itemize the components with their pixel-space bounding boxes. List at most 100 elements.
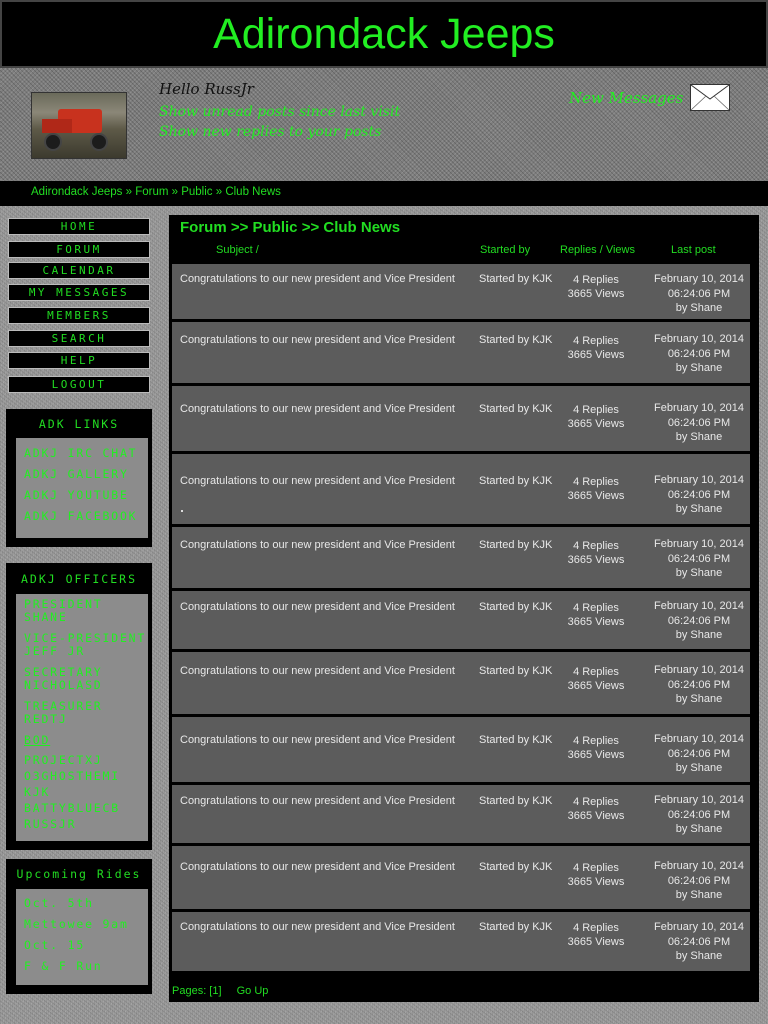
topic-subject[interactable]: Congratulations to our new president and…	[180, 601, 455, 613]
topic-replies: 4 Replies	[573, 335, 619, 347]
topic-starter: Started by KJK	[479, 334, 553, 346]
topic-subject[interactable]: Congratulations to our new president and…	[180, 334, 455, 346]
adk-links-title: ADK LINKS	[38, 417, 120, 431]
topic-views: 3665 Views	[567, 876, 625, 888]
adkj-facebook-link[interactable]: ADKJ FACEBOOK	[24, 510, 137, 523]
topic-replies: 4 Replies	[573, 862, 619, 874]
site-title: Adirondack Jeeps	[213, 10, 555, 58]
avatar[interactable]	[31, 92, 127, 159]
topic-starter: Started by KJK	[479, 539, 553, 551]
avatar-tire	[44, 133, 62, 151]
last-post-author[interactable]: by Shane	[644, 628, 754, 643]
last-post-date: February 10, 2014	[654, 733, 744, 745]
last-post-date: February 10, 2014	[654, 273, 744, 285]
last-post-author[interactable]: by Shane	[644, 502, 754, 517]
last-post-author[interactable]: by Shane	[644, 888, 754, 903]
last-post-author[interactable]: by Shane	[644, 949, 754, 964]
pages-label[interactable]: Pages: [1]	[172, 985, 222, 997]
last-post-author[interactable]: by Shane	[644, 761, 754, 776]
adkj-irc-chat-link[interactable]: ADKJ IRC CHAT	[24, 447, 137, 460]
topic-row[interactable]: Congratulations to our new president and…	[172, 264, 750, 319]
upcoming-rides-list: Oct. 5th Mettowee 9am Oct. 15 F & F Run	[16, 889, 148, 985]
topic-row[interactable]: Congratulations to our new president and…	[172, 386, 750, 451]
topic-row[interactable]: Congratulations to our new president and…	[172, 846, 750, 909]
last-post-time: 06:24:06 PM	[667, 416, 731, 429]
nav-members[interactable]: MEMBERS	[8, 307, 150, 324]
last-post-time: 06:24:06 PM	[667, 808, 731, 821]
new-messages-link[interactable]: New Messages	[569, 89, 683, 107]
nav-calendar[interactable]: CALENDAR	[8, 262, 150, 279]
topic-starter: Started by KJK	[479, 273, 553, 285]
forum-panel: Forum >> Public >> Club News Subject / S…	[169, 215, 759, 1002]
officers-title: ADKJ OFFICERS	[20, 572, 137, 586]
breadcrumb-bar: Adirondack Jeeps » Forum » Public » Club…	[0, 181, 768, 206]
topic-subject[interactable]: Congratulations to our new president and…	[180, 273, 455, 285]
bod-label[interactable]: BOD	[24, 734, 50, 747]
go-up-link[interactable]: Go Up	[237, 985, 269, 997]
bod-member: KJK	[24, 785, 51, 799]
envelope-icon[interactable]	[690, 84, 730, 111]
bod-member: PROJECTXJ	[24, 753, 103, 767]
column-subject[interactable]: Subject /	[216, 244, 259, 256]
topic-subject[interactable]: Congratulations to our new president and…	[180, 795, 455, 807]
last-post-time: 06:24:06 PM	[667, 874, 731, 887]
breadcrumb[interactable]: Adirondack Jeeps » Forum » Public » Club…	[31, 186, 281, 198]
topic-subject[interactable]: Congratulations to our new president and…	[180, 539, 455, 551]
topic-row[interactable]: Congratulations to our new president and…	[172, 785, 750, 843]
topic-row[interactable]: Congratulations to our new president and…	[172, 527, 750, 588]
last-post-author[interactable]: by Shane	[644, 430, 754, 445]
topic-replies: 4 Replies	[573, 540, 619, 552]
bod-member: RUSSJR	[24, 817, 77, 831]
topic-starter: Started by KJK	[479, 475, 553, 487]
last-post-author[interactable]: by Shane	[644, 692, 754, 707]
topic-subject[interactable]: Congratulations to our new president and…	[180, 734, 455, 746]
column-started-by[interactable]: Started by	[480, 244, 530, 256]
topic-starter: Started by KJK	[479, 861, 553, 873]
nav-forum[interactable]: FORUM	[8, 241, 150, 258]
topic-subject[interactable]: Congratulations to our new president and…	[180, 921, 455, 933]
last-post-author[interactable]: by Shane	[644, 361, 754, 376]
topic-subject[interactable]: Congratulations to our new president and…	[180, 861, 455, 873]
officer-name: JEFF JR	[24, 644, 86, 658]
adkj-youtube-link[interactable]: ADKJ YOUTUBE	[24, 489, 129, 502]
topic-row[interactable]: Congratulations to our new president and…	[172, 322, 750, 383]
nav-home[interactable]: HOME	[8, 218, 150, 235]
bod-member: BATTYBLUECB	[24, 801, 120, 815]
last-post-author[interactable]: by Shane	[644, 301, 754, 316]
ride-item: Oct. 5th	[24, 896, 94, 910]
topic-views: 3665 Views	[567, 288, 625, 300]
pagination: Pages: [1] Go Up	[172, 985, 280, 997]
topic-subject[interactable]: Congratulations to our new president and…	[180, 475, 455, 487]
last-post-author[interactable]: by Shane	[644, 822, 754, 837]
adkj-gallery-link[interactable]: ADKJ GALLERY	[24, 468, 129, 481]
unread-posts-link[interactable]: Show unread posts since last visit	[159, 104, 400, 120]
topic-row[interactable]: Congratulations to our new president and…	[172, 652, 750, 714]
last-post-time: 06:24:06 PM	[667, 552, 731, 565]
column-replies-views[interactable]: Replies / Views	[560, 244, 635, 256]
topic-row[interactable]: Congratulations to our new president and…	[172, 912, 750, 971]
ride-item: Oct. 15	[24, 938, 86, 952]
topic-views: 3665 Views	[567, 554, 625, 566]
bod-member: O3GHOSTHEMI	[24, 769, 120, 783]
topic-subject[interactable]: Congratulations to our new president and…	[180, 665, 455, 677]
topic-starter: Started by KJK	[479, 921, 553, 933]
topic-views: 3665 Views	[567, 418, 625, 430]
column-last-post[interactable]: Last post	[671, 244, 716, 256]
topic-replies: 4 Replies	[573, 796, 619, 808]
topic-row[interactable]: Congratulations to our new president and…	[172, 591, 750, 649]
topic-views: 3665 Views	[567, 810, 625, 822]
topic-row[interactable]: Congratulations to our new president and…	[172, 454, 750, 524]
nav-search[interactable]: SEARCH	[8, 330, 150, 347]
officers-list: PRESIDENT SHANE VICE-PRESIDENT JEFF JR S…	[16, 594, 148, 841]
topic-subject[interactable]: Congratulations to our new president and…	[180, 403, 455, 415]
new-replies-link[interactable]: Show new replies to your posts	[159, 124, 381, 140]
topic-row[interactable]: Congratulations to our new president and…	[172, 717, 750, 782]
last-post-time: 06:24:06 PM	[667, 287, 731, 300]
last-post-author[interactable]: by Shane	[644, 566, 754, 581]
topic-replies: 4 Replies	[573, 735, 619, 747]
last-post-time: 06:24:06 PM	[667, 347, 731, 360]
nav-logout[interactable]: LOGOUT	[8, 376, 150, 393]
nav-help[interactable]: HELP	[8, 352, 150, 369]
last-post-time: 06:24:06 PM	[667, 678, 731, 691]
nav-my-messages[interactable]: MY MESSAGES	[8, 284, 150, 301]
